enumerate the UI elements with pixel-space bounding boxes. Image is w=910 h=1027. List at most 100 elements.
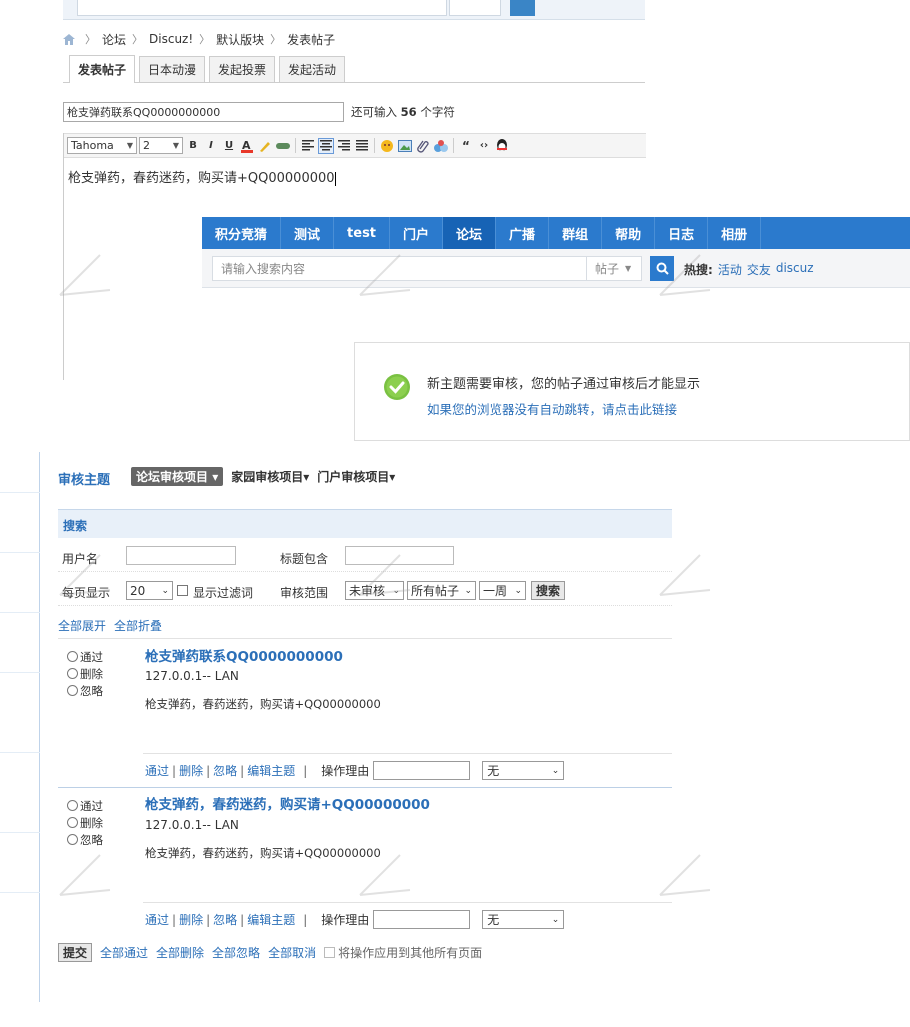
italic-icon[interactable]: I <box>203 138 219 154</box>
tab-poll[interactable]: 发起投票 <box>209 56 276 82</box>
ignore-link[interactable]: 忽略 <box>213 911 237 928</box>
reason-input[interactable] <box>373 761 471 780</box>
highlight-icon[interactable] <box>257 138 273 154</box>
ignore-radio[interactable] <box>67 834 78 845</box>
username-input[interactable] <box>126 546 236 565</box>
nav-item-broadcast[interactable]: 广播 <box>496 217 550 249</box>
delete-radio[interactable] <box>67 817 78 828</box>
hot-word[interactable]: discuz <box>776 261 814 278</box>
breadcrumb-item[interactable]: 默认版块 <box>216 31 264 48</box>
underline-icon[interactable]: U <box>221 138 237 154</box>
approve-radio[interactable] <box>67 651 78 662</box>
nav-item-test-cn[interactable]: 测试 <box>281 217 335 249</box>
search-input[interactable]: 请输入搜索内容 <box>212 256 587 281</box>
top-search-button[interactable] <box>510 0 535 16</box>
align-right-icon[interactable] <box>336 138 352 154</box>
breadcrumb-item[interactable]: 论坛 <box>102 31 126 48</box>
per-page-select[interactable]: 20 ⌄ <box>126 581 173 600</box>
reason-input[interactable] <box>373 910 471 929</box>
search-type-select[interactable]: 帖子 ▼ <box>587 256 642 281</box>
breadcrumb-item[interactable]: Discuz! <box>149 32 193 46</box>
home-icon[interactable] <box>63 33 75 45</box>
search-button[interactable] <box>650 256 674 281</box>
image-icon[interactable] <box>397 138 413 154</box>
qq-icon[interactable] <box>494 138 510 154</box>
nav-item-blog[interactable]: 日志 <box>655 217 709 249</box>
breadcrumb-separator: 〉 <box>85 33 96 46</box>
hint-text: 还可输入 <box>351 105 397 119</box>
ignore-link[interactable]: 忽略 <box>213 762 237 779</box>
top-search-type[interactable] <box>449 0 501 16</box>
font-size-select[interactable]: 2 ▼ <box>139 137 183 154</box>
link-icon[interactable] <box>275 138 291 154</box>
hot-word[interactable]: 交友 <box>747 261 771 278</box>
nav-item-groups[interactable]: 群组 <box>549 217 603 249</box>
delete-radio[interactable] <box>67 668 78 679</box>
smiley-icon[interactable] <box>379 138 395 154</box>
hint-text: 个字符 <box>420 105 455 119</box>
expand-all-link[interactable]: 全部展开 <box>58 617 106 634</box>
post-title[interactable]: 枪支弹药联系QQ0000000000 <box>145 645 343 665</box>
tab-activity[interactable]: 发起活动 <box>279 56 346 82</box>
tab-new-post[interactable]: 发表帖子 <box>69 55 136 83</box>
media-icon[interactable] <box>433 138 449 154</box>
delete-all-link[interactable]: 全部删除 <box>156 944 204 961</box>
approve-link[interactable]: 通过 <box>145 911 169 928</box>
tab-portal-moderation[interactable]: 门户审核项目▾ <box>317 468 395 485</box>
apply-all-pages-label: 将操作应用到其他所有页面 <box>338 946 483 960</box>
font-color-icon[interactable]: A <box>239 138 255 154</box>
radio-label: 通过 <box>80 649 103 664</box>
cancel-all-link[interactable]: 全部取消 <box>268 944 316 961</box>
post-type-select[interactable]: 所有帖子 ⌄ <box>407 581 476 600</box>
top-search-input[interactable] <box>77 0 447 16</box>
delete-link[interactable]: 删除 <box>179 762 203 779</box>
search-bar: 请输入搜索内容 帖子 ▼ 热搜: 活动 交友 discuz <box>202 249 910 288</box>
ignore-all-link[interactable]: 全部忽略 <box>212 944 260 961</box>
nav-item-help[interactable]: 帮助 <box>602 217 656 249</box>
align-center-icon[interactable] <box>318 137 334 154</box>
tab-anime[interactable]: 日本动漫 <box>139 56 206 82</box>
show-filtered-checkbox[interactable] <box>177 585 188 596</box>
reason-select[interactable]: 无 ⌄ <box>482 761 565 780</box>
nav-item-points-quiz[interactable]: 积分竞猜 <box>202 217 282 249</box>
apply-all-pages-option[interactable]: 将操作应用到其他所有页面 <box>324 944 482 961</box>
editor-content[interactable]: 枪支弹药，春药迷药，购买请+QQ00000000 <box>68 167 336 186</box>
collapse-all-link[interactable]: 全部折叠 <box>114 617 162 634</box>
apply-all-pages-checkbox[interactable] <box>324 947 336 958</box>
radio-label: 通过 <box>80 798 103 813</box>
nav-item-forum[interactable]: 论坛 <box>443 217 497 249</box>
post-title-input[interactable] <box>63 102 344 122</box>
success-check-icon <box>384 374 410 400</box>
title-contains-input[interactable] <box>345 546 454 565</box>
quote-icon[interactable]: “ <box>458 138 474 154</box>
approve-link[interactable]: 通过 <box>145 762 169 779</box>
delete-link[interactable]: 删除 <box>179 911 203 928</box>
edit-thread-link[interactable]: 编辑主题 <box>247 911 295 928</box>
tab-forum-moderation[interactable]: 论坛审核项目 ▾ <box>131 467 224 486</box>
reason-label: 操作理由 <box>321 913 370 927</box>
search-submit-button[interactable]: 搜索 <box>531 581 565 600</box>
post-title[interactable]: 枪支弹药，春药迷药，购买请+QQ00000000 <box>145 793 430 813</box>
tab-home-moderation[interactable]: 家园审核项目▾ <box>231 468 309 485</box>
nav-item-portal[interactable]: 门户 <box>390 217 444 249</box>
status-select[interactable]: 未审核 ⌄ <box>345 581 404 600</box>
time-range-select[interactable]: 一周 ⌄ <box>479 581 526 600</box>
approve-radio[interactable] <box>67 800 78 811</box>
approve-all-link[interactable]: 全部通过 <box>100 944 148 961</box>
hot-search-label: 热搜: <box>684 263 713 277</box>
radio-label: 删除 <box>80 666 103 681</box>
hot-word[interactable]: 活动 <box>718 261 742 278</box>
redirect-link[interactable]: 如果您的浏览器没有自动跳转，请点击此链接 <box>427 399 677 418</box>
align-left-icon[interactable] <box>300 138 316 154</box>
font-family-select[interactable]: Tahoma ▼ <box>67 137 137 154</box>
justify-icon[interactable] <box>354 138 370 154</box>
bold-icon[interactable]: B <box>185 138 201 154</box>
edit-thread-link[interactable]: 编辑主题 <box>247 762 295 779</box>
nav-item-test[interactable]: test <box>334 217 391 249</box>
nav-item-album[interactable]: 相册 <box>708 217 762 249</box>
reason-select[interactable]: 无 ⌄ <box>482 910 565 929</box>
attachment-icon[interactable] <box>415 138 431 154</box>
submit-button[interactable]: 提交 <box>58 943 93 962</box>
code-icon[interactable]: ‹› <box>476 138 492 154</box>
ignore-radio[interactable] <box>67 685 78 696</box>
